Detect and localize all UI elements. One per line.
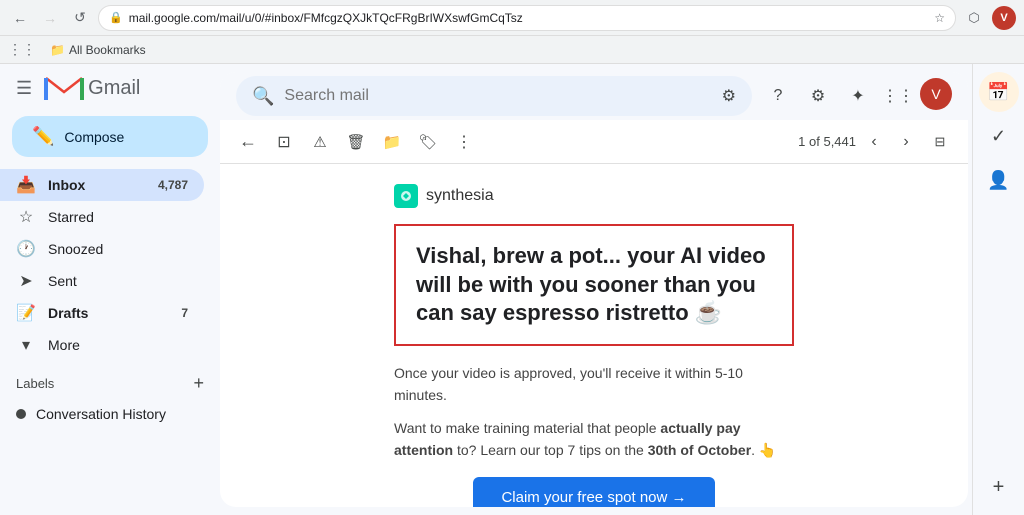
spam-button[interactable]: ⚠ [304, 126, 336, 158]
more-icon: ▾ [16, 335, 36, 355]
tasks-button[interactable]: ✓ [979, 116, 1019, 156]
apps-button[interactable]: ⋮⋮ [880, 78, 916, 114]
nav-forward-button[interactable]: → [38, 6, 62, 30]
body2-emoji: . 👆 [751, 442, 776, 458]
email-toolbar: ← ⊡ ⚠ 🗑 📁 🏷 ⋮ 1 of 5,441 ‹ › ⊟ [220, 120, 968, 164]
sidebar-item-starred[interactable]: ☆ Starred [0, 201, 204, 233]
sidebar: ☰ Gmail ✏️ Compose 📥 Inbox 4,787 ☆ [0, 64, 220, 515]
delete-button[interactable]: 🗑 [340, 126, 372, 158]
url-text: mail.google.com/mail/u/0/#inbox/FMfcgzQX… [129, 11, 929, 25]
gmail-topbar: 🔍 ⚙ ? ⚙ ✦ ⋮⋮ V [220, 72, 968, 120]
address-bar[interactable]: 🔒 mail.google.com/mail/u/0/#inbox/FMfcgz… [98, 5, 956, 31]
main-area: 🔍 ⚙ ? ⚙ ✦ ⋮⋮ V ← ⊡ ⚠ 🗑 📁 🏷 ⋮ 1 of 5,441 [220, 72, 968, 507]
gmail-logo-svg [44, 74, 84, 102]
synthesia-icon [394, 184, 418, 208]
email-count-display: 1 of 5,441 ‹ › ⊟ [798, 128, 956, 156]
contacts-button[interactable]: 👤 [979, 160, 1019, 200]
add-label-icon[interactable]: + [193, 373, 204, 394]
archive-button[interactable]: ⊡ [268, 126, 300, 158]
calendar-button[interactable]: 📅 [979, 72, 1019, 112]
topbar-actions: ? ⚙ ✦ ⋮⋮ V [760, 78, 952, 114]
sidebar-item-drafts[interactable]: 📝 Drafts 7 [0, 297, 204, 329]
label-conversation-history-text: Conversation History [36, 406, 166, 422]
search-icon: 🔍 [252, 86, 274, 107]
body2-date: 30th of October [648, 442, 751, 458]
move-to-button[interactable]: 📁 [376, 126, 408, 158]
help-button[interactable]: ? [760, 78, 796, 114]
label-button[interactable]: 🏷 [412, 126, 444, 158]
synthesia-icon-svg [398, 188, 414, 204]
sent-label: Sent [48, 273, 77, 289]
starred-icon: ☆ [16, 207, 36, 227]
email-headline-text: Vishal, brew a pot... your AI video will… [416, 243, 766, 325]
bookmark-folder-icon: 📁 [50, 43, 65, 57]
labels-section-header: Labels + [0, 365, 220, 398]
nav-refresh-button[interactable]: ↺ [68, 6, 92, 30]
label-item-conversation-history[interactable]: Conversation History [0, 398, 204, 430]
compose-edit-icon: ✏️ [32, 126, 54, 147]
search-filter-icon[interactable]: ⚙ [722, 86, 736, 106]
email-body-text-2: Want to make training material that peop… [394, 417, 794, 462]
drafts-label: Drafts [48, 305, 88, 321]
search-bar[interactable]: 🔍 ⚙ [236, 76, 752, 116]
settings-button[interactable]: ⚙ [800, 78, 836, 114]
inbox-count: 4,787 [158, 178, 188, 192]
browser-avatar[interactable]: V [992, 6, 1016, 30]
sidebar-item-more[interactable]: ▾ More [0, 329, 204, 361]
cta-button[interactable]: Claim your free spot now → [473, 477, 714, 507]
gmail-logo: Gmail [44, 74, 140, 102]
bookmarks-item-all[interactable]: 📁 All Bookmarks [44, 41, 152, 59]
user-avatar[interactable]: V [920, 78, 952, 110]
extensions-button[interactable]: ⬡ [962, 6, 986, 30]
sent-icon: ➤ [16, 271, 36, 291]
gmail-wordmark: Gmail [88, 77, 140, 100]
email-body: synthesia Vishal, brew a pot... your AI … [394, 184, 794, 507]
email-content: synthesia Vishal, brew a pot... your AI … [220, 164, 968, 507]
back-to-inbox-button[interactable]: ← [232, 126, 264, 158]
prev-email-button[interactable]: ‹ [860, 128, 888, 156]
label-dot-icon [16, 409, 26, 419]
bookmarks-label: All Bookmarks [69, 43, 146, 57]
star-icon[interactable]: ☆ [934, 11, 945, 25]
drafts-count: 7 [181, 306, 188, 320]
app-layout: ☰ Gmail ✏️ Compose 📥 Inbox 4,787 ☆ [0, 64, 1024, 515]
sidebar-item-inbox[interactable]: 📥 Inbox 4,787 [0, 169, 204, 201]
email-headline-box: Vishal, brew a pot... your AI video will… [394, 224, 794, 346]
more-options-button[interactable]: ⋮ [448, 126, 480, 158]
lock-icon: 🔒 [109, 11, 123, 24]
bookmarks-bar: ⋮⋮ 📁 All Bookmarks [0, 36, 1024, 64]
nav-back-button[interactable]: ← [8, 6, 32, 30]
email-body-text-1: Once your video is approved, you'll rece… [394, 362, 794, 407]
more-label: More [48, 337, 80, 353]
sidebar-item-sent[interactable]: ➤ Sent [0, 265, 204, 297]
drafts-icon: 📝 [16, 303, 36, 323]
body2-prefix: Want to make training material that peop… [394, 420, 660, 436]
next-email-button[interactable]: › [892, 128, 920, 156]
inbox-icon: 📥 [16, 175, 36, 195]
view-mode-button[interactable]: ⊟ [924, 128, 956, 156]
menu-icon[interactable]: ☰ [16, 78, 32, 99]
add-apps-button[interactable]: + [979, 467, 1019, 507]
synthesia-logo: synthesia [394, 184, 794, 208]
browser-chrome: ← → ↺ 🔒 mail.google.com/mail/u/0/#inbox/… [0, 0, 1024, 36]
compose-label: Compose [64, 129, 124, 145]
inbox-label: Inbox [48, 177, 85, 193]
labels-title: Labels [16, 376, 54, 391]
synthesia-wordmark: synthesia [426, 187, 494, 205]
apps-icon[interactable]: ⋮⋮ [8, 41, 36, 58]
search-input[interactable] [284, 87, 711, 105]
snoozed-label: Snoozed [48, 241, 103, 257]
compose-button[interactable]: ✏️ Compose [12, 116, 208, 157]
body2-suffix: to? Learn our top 7 tips on the [453, 442, 648, 458]
starred-label: Starred [48, 209, 94, 225]
gmail-header: ☰ Gmail [0, 64, 220, 112]
ai-button[interactable]: ✦ [840, 78, 876, 114]
sidebar-item-snoozed[interactable]: 🕐 Snoozed [0, 233, 204, 265]
email-count-text: 1 of 5,441 [798, 134, 856, 149]
right-sidebar: 📅 ✓ 👤 + [972, 64, 1024, 515]
snoozed-icon: 🕐 [16, 239, 36, 259]
